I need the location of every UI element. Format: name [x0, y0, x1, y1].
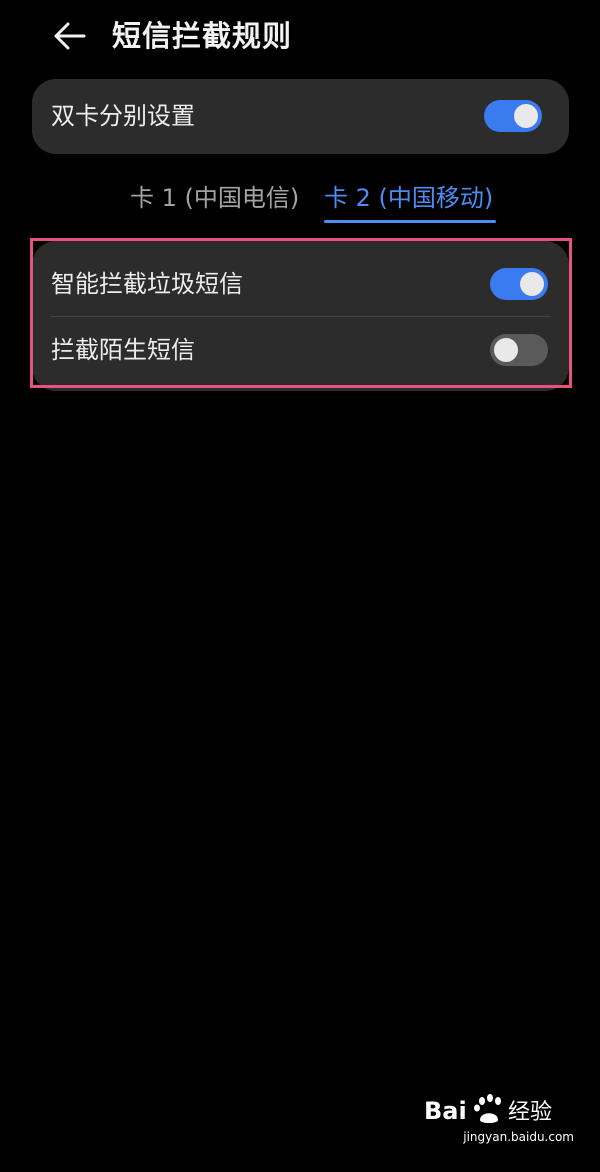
active-tab-indicator	[324, 220, 496, 223]
arrow-left-icon	[54, 22, 86, 50]
intercept-rules-card: 智能拦截垃圾短信 拦截陌生短信	[32, 241, 569, 391]
intercept-stranger-toggle[interactable]	[490, 334, 548, 366]
app-header: 短信拦截规则	[0, 0, 600, 76]
row-divider	[51, 316, 551, 317]
smart-intercept-spam-toggle[interactable]	[490, 268, 548, 300]
tab-sim-2[interactable]: 卡 2 (中国移动)	[324, 178, 493, 218]
smart-intercept-spam-label: 智能拦截垃圾短信	[51, 270, 243, 298]
watermark-url: jingyan.baidu.com	[463, 1130, 574, 1144]
page-title: 短信拦截规则	[112, 19, 293, 53]
dual-card-label: 双卡分别设置	[51, 102, 195, 130]
intercept-stranger-label: 拦截陌生短信	[51, 336, 195, 364]
back-button[interactable]	[44, 14, 92, 58]
svg-text:经验: 经验	[508, 1100, 552, 1125]
baidu-paw-icon: Bai 经验	[424, 1094, 552, 1125]
dual-card-settings-card: 双卡分别设置	[32, 79, 569, 154]
baidu-logo: Bai 经验	[424, 1092, 574, 1126]
sim-tabs: 卡 1 (中国电信) 卡 2 (中国移动)	[0, 178, 600, 226]
toggle-knob	[520, 272, 544, 296]
baidu-jingyan-watermark: Bai 经验 jingyan.baidu.com	[424, 1092, 574, 1150]
toggle-knob	[514, 104, 538, 128]
toggle-knob	[494, 338, 518, 362]
svg-text:Bai: Bai	[424, 1097, 467, 1125]
dual-card-toggle[interactable]	[484, 100, 542, 132]
tab-sim-1[interactable]: 卡 1 (中国电信)	[130, 178, 299, 218]
